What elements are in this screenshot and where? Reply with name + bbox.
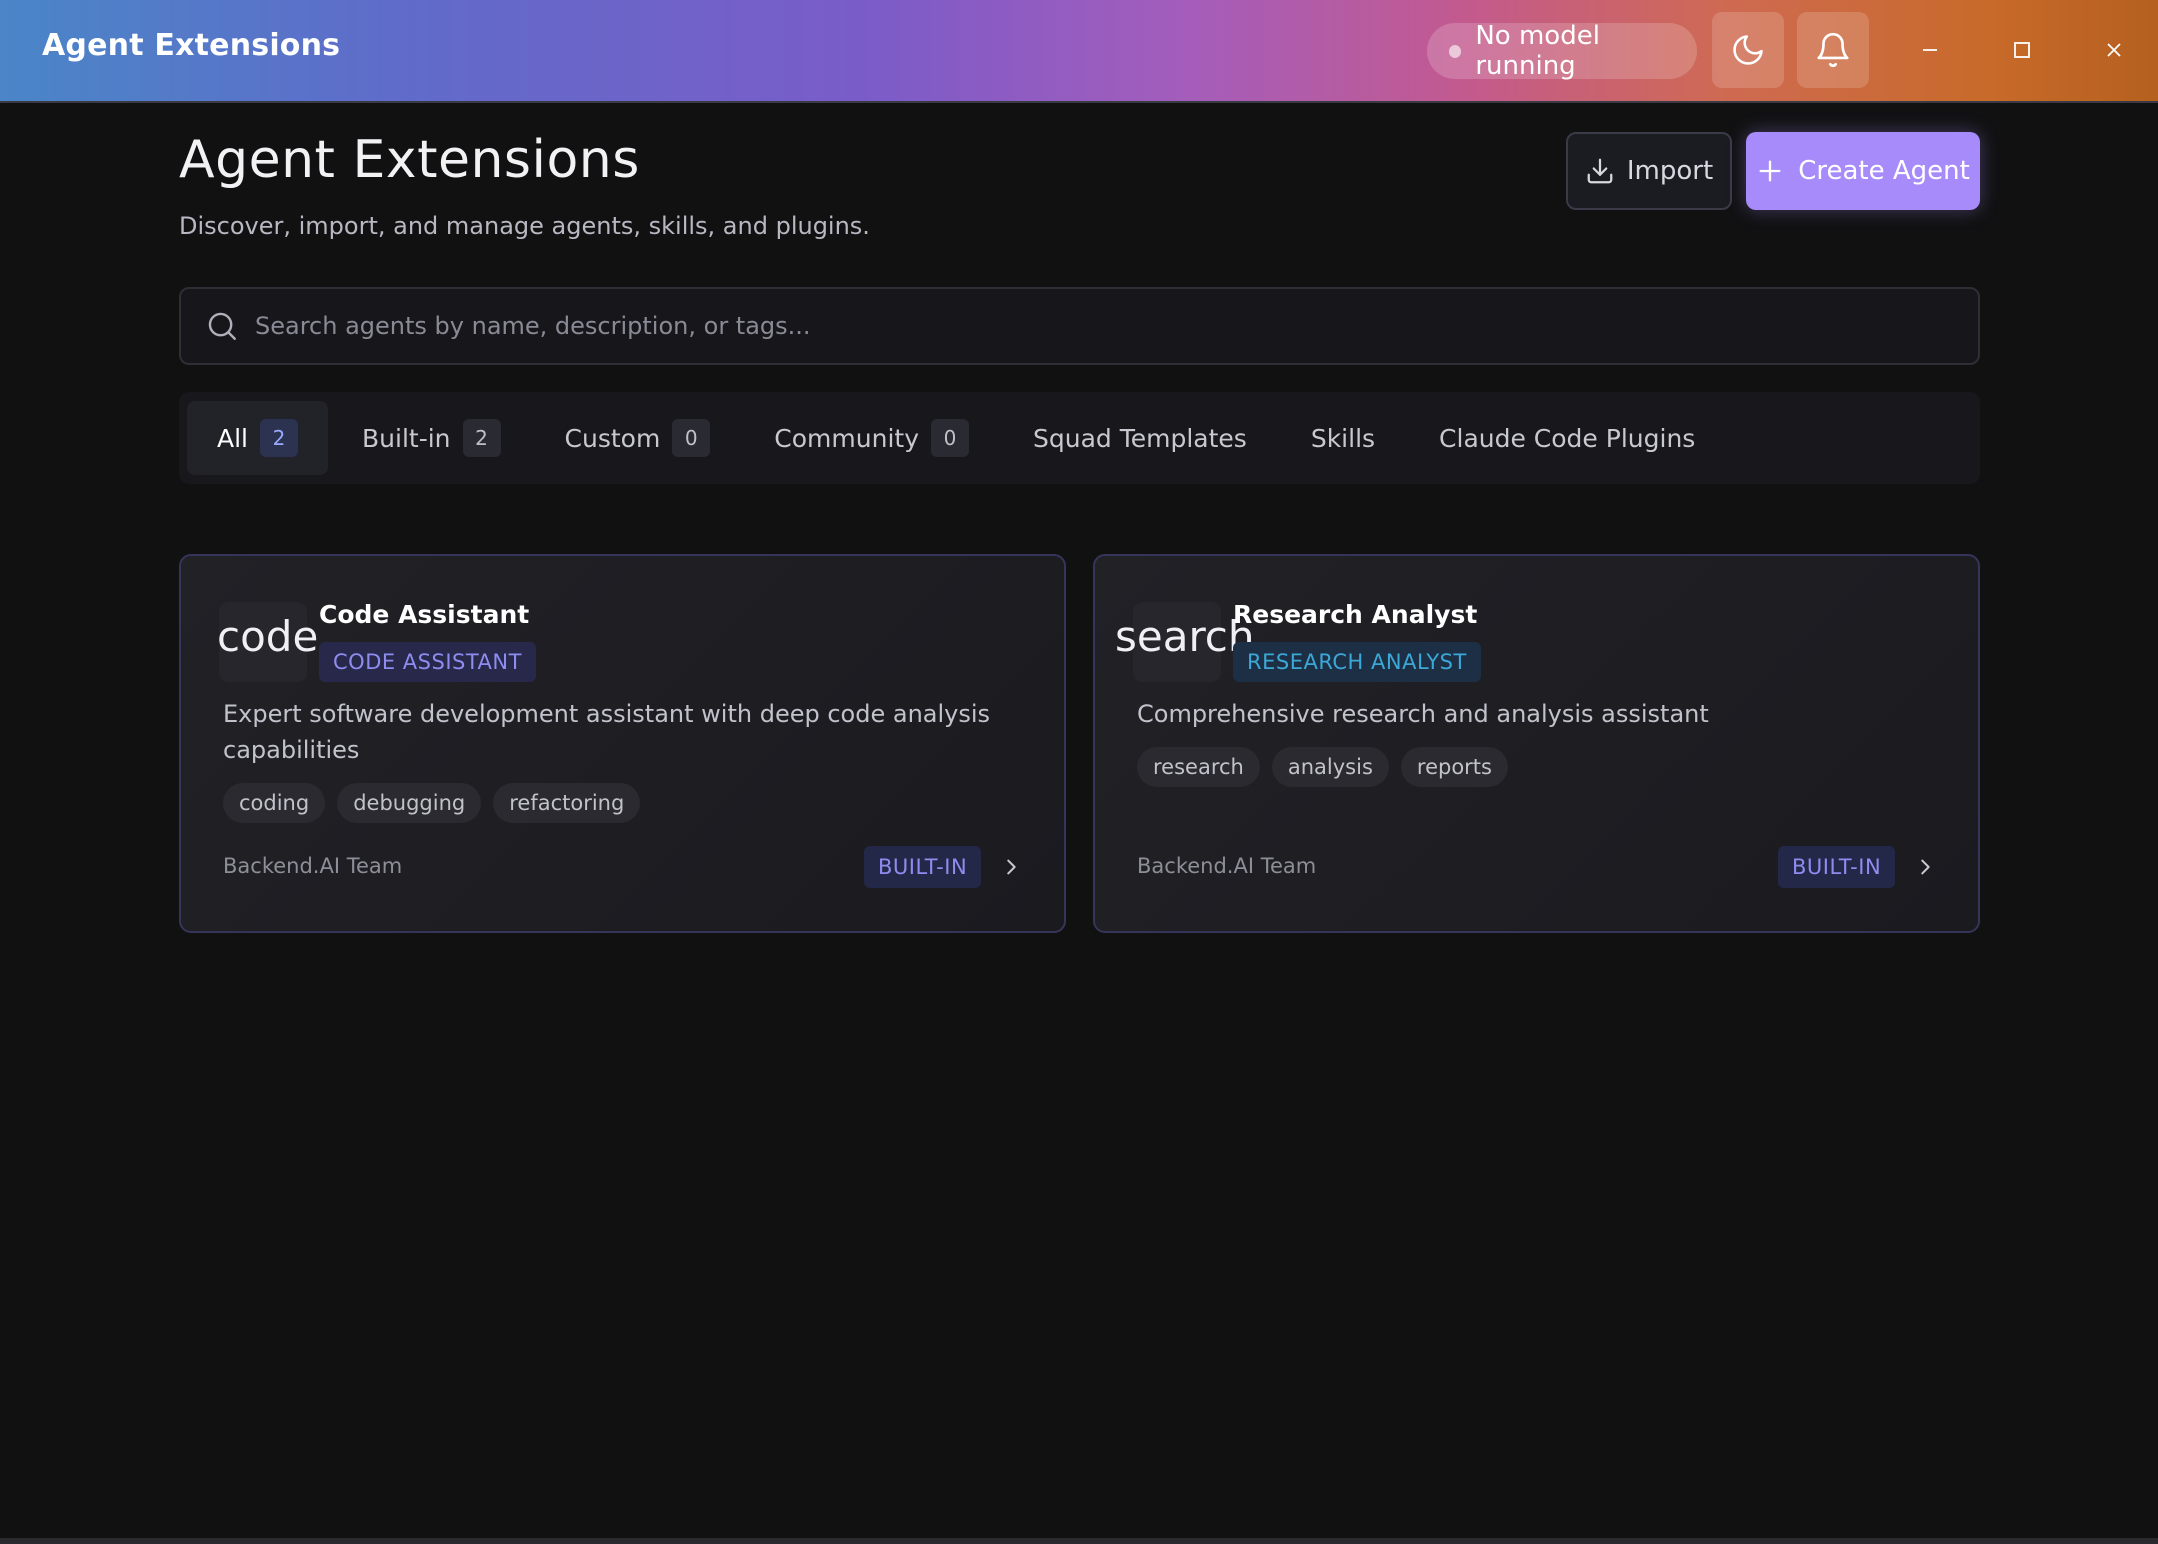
chevron-right-icon	[1921, 859, 1930, 875]
description-line: Expert software development assistant wi…	[223, 700, 991, 728]
maximize-icon	[2014, 42, 2030, 58]
tab-label: All	[217, 423, 248, 453]
built-in-badge: BUILT-IN	[864, 846, 982, 888]
model-status-label: No model running	[1475, 21, 1600, 81]
description-line: capabilities	[223, 736, 360, 764]
tab-count-badge: 2	[462, 419, 501, 457]
status-dot-icon	[1449, 44, 1462, 58]
tab-count-badge: 0	[672, 419, 711, 457]
agent-name: Code Assistant	[319, 600, 530, 629]
agent-type-badge: RESEARCH ANALYST	[1233, 642, 1481, 682]
tab-label: Custom	[564, 423, 661, 453]
import-button[interactable]: Import	[1566, 132, 1732, 210]
agent-icon-label: code	[217, 612, 319, 661]
page-subtitle: Discover, import, and manage agents, ski…	[179, 212, 870, 240]
page-title: Agent Extensions	[179, 130, 640, 190]
tag-chip: analysis	[1271, 747, 1389, 787]
tab-label: Community	[774, 423, 919, 453]
minimize-icon	[1923, 49, 1937, 51]
tab-label: Claude Code Plugins	[1439, 423, 1696, 453]
tab-skills[interactable]: Skills	[1281, 401, 1405, 475]
model-status-pill[interactable]: No model running	[1427, 21, 1697, 81]
tab-count-badge: 0	[931, 419, 969, 457]
tab-built-in[interactable]: Built-in 2	[332, 401, 531, 475]
tag-chip: refactoring	[493, 783, 641, 823]
notifications-button[interactable]	[1797, 12, 1869, 88]
tag-chip: debugging	[337, 783, 482, 823]
plus-icon	[1759, 160, 1781, 182]
app-title: Agent Extensions	[42, 28, 341, 63]
tab-all[interactable]: All 2	[187, 401, 328, 475]
filter-tabs: All 2 Built-in 2 Custom 0 Community 0 Sq…	[179, 392, 1980, 484]
agent-name: Research Analyst	[1233, 600, 1478, 629]
tab-label: Skills	[1310, 423, 1376, 453]
title-bar: Agent Extensions No model running	[0, 0, 2158, 103]
chevron-right-icon	[1007, 859, 1016, 875]
tab-label: Built-in	[362, 423, 451, 453]
minimize-button[interactable]	[1900, 20, 1960, 80]
bell-icon	[1817, 32, 1849, 68]
tab-label: Squad Templates	[1033, 423, 1247, 453]
create-agent-button[interactable]: Create Agent	[1746, 132, 1980, 210]
close-window-button[interactable]	[2084, 20, 2144, 80]
built-in-badge: BUILT-IN	[1778, 846, 1896, 888]
tab-claude-code-plugins[interactable]: Claude Code Plugins	[1409, 401, 1725, 475]
tab-squad-templates[interactable]: Squad Templates	[1003, 401, 1277, 475]
maximize-button[interactable]	[1992, 20, 2052, 80]
tab-count-badge: 2	[260, 419, 298, 457]
download-icon	[1587, 158, 1613, 184]
import-label: Import	[1626, 156, 1714, 186]
create-agent-label: Create Agent	[1798, 156, 1970, 186]
agent-card-research-analyst[interactable]: search Research Analyst RESEARCH ANALYST…	[1093, 554, 1980, 933]
tag-chip: research	[1137, 747, 1260, 787]
moon-icon	[1733, 35, 1763, 65]
description-line: Comprehensive research and analysis assi…	[1137, 700, 1709, 728]
agent-description: Expert software development assistant wi…	[223, 696, 990, 768]
agent-author: Backend.AI Team	[223, 854, 403, 878]
search-icon	[208, 312, 236, 340]
tag-list: research analysis reports	[1137, 747, 1508, 787]
tag-chip: reports	[1400, 747, 1508, 787]
tag-list: coding debugging refactoring	[223, 783, 641, 823]
window-bottom-border	[0, 1538, 2158, 1544]
open-agent-button[interactable]	[997, 853, 1025, 881]
tag-chip: coding	[223, 783, 326, 823]
tab-community[interactable]: Community 0	[744, 401, 999, 475]
search-input[interactable]	[255, 312, 1978, 340]
search-bar	[179, 287, 1980, 365]
agent-author: Backend.AI Team	[1137, 854, 1317, 878]
close-icon	[2107, 43, 2121, 57]
open-agent-button[interactable]	[1911, 853, 1939, 881]
tab-custom[interactable]: Custom 0	[535, 401, 741, 475]
agent-type-badge: CODE ASSISTANT	[319, 642, 536, 682]
agent-card-code-assistant[interactable]: code Code Assistant CODE ASSISTANT Exper…	[179, 554, 1066, 933]
agent-description: Comprehensive research and analysis assi…	[1137, 696, 1709, 732]
theme-toggle-button[interactable]	[1712, 12, 1784, 88]
